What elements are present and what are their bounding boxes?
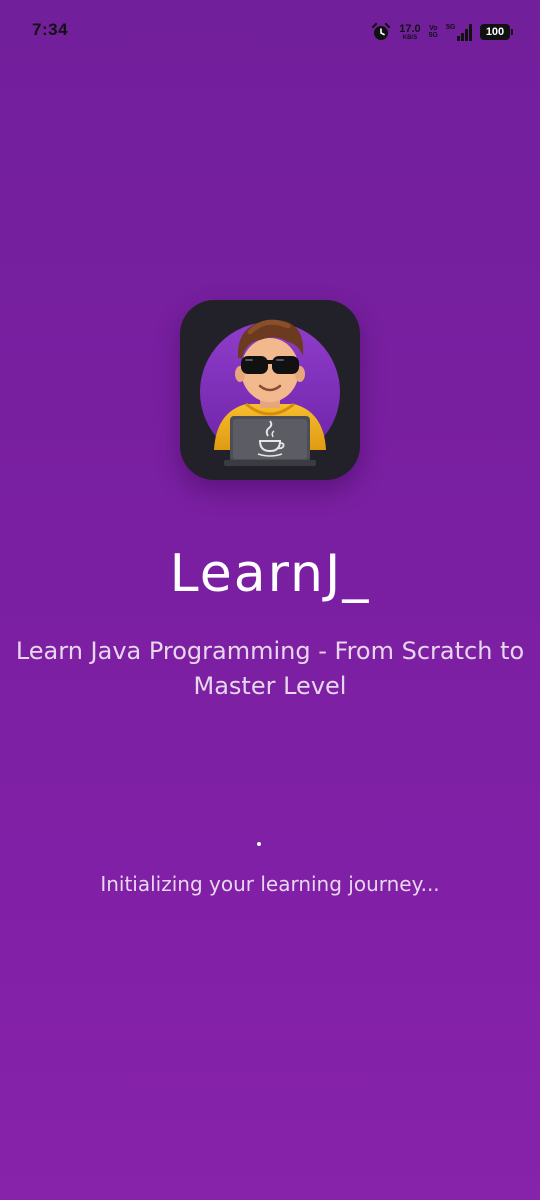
volte-top: Vo xyxy=(429,25,438,32)
alarm-clock-icon xyxy=(372,22,391,40)
loading-indicator xyxy=(257,842,261,846)
status-icons: 17.0 KB/S Vo 5G 5G 100 xyxy=(371,20,513,44)
app-title: LearnJ_ xyxy=(169,544,371,604)
cellular-signal-icon: 5G xyxy=(446,24,472,41)
loading-text: Initializing your learning journey... xyxy=(100,872,440,896)
volte-bottom: 5G xyxy=(428,32,438,39)
volte-indicator: Vo 5G xyxy=(429,25,438,39)
app-logo xyxy=(180,300,360,480)
network-type-label: 5G xyxy=(446,24,456,31)
battery-icon: 100 xyxy=(480,24,513,40)
network-speed-unit: KB/S xyxy=(402,34,418,41)
developer-avatar-icon xyxy=(200,319,340,466)
status-bar: 7:34 17.0 KB/S Vo 5G 5G 100 xyxy=(0,0,540,64)
status-time: 7:34 xyxy=(32,20,69,39)
app-tagline: Learn Java Programming - From Scratch to… xyxy=(15,637,525,700)
network-speed: 17.0 KB/S xyxy=(399,22,421,41)
battery-level: 100 xyxy=(485,26,505,38)
network-speed-value: 17.0 xyxy=(399,22,421,35)
